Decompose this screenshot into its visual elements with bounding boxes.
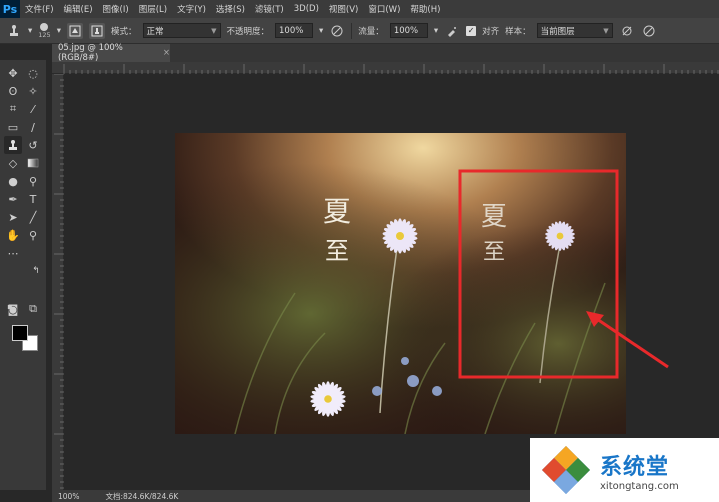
ignore-adjustment-layers-icon[interactable] [619, 23, 635, 39]
chevron-down-icon: ▼ [211, 26, 217, 35]
brush-tip-icon [40, 22, 49, 31]
screen-mode-icon[interactable]: ⧉ [24, 300, 42, 318]
brush-size-picker[interactable]: 125 [38, 22, 51, 39]
ps-logo: Ps [0, 0, 20, 18]
menu-image[interactable]: 图像(I) [98, 3, 134, 15]
xitongtang-logo-icon [542, 446, 590, 494]
site-watermark: 系统堂 xitongtang.com [530, 438, 719, 502]
chevron-down-icon: ▼ [603, 26, 609, 35]
opacity-value: 100% [279, 25, 304, 36]
line-tool-icon[interactable]: ╱ [24, 208, 42, 226]
dodge-tool-icon[interactable]: ⚲ [24, 172, 42, 190]
menu-filter[interactable]: 滤镜(T) [250, 3, 289, 15]
document-canvas[interactable]: 夏 至 夏 至 [175, 133, 626, 434]
separator [351, 22, 353, 39]
calligraphy-char-2: 至 [325, 237, 349, 265]
path-selection-tool-icon[interactable]: ➤ [4, 208, 22, 226]
menu-file[interactable]: 文件(F) [20, 3, 59, 15]
flow-field[interactable]: 100% [389, 23, 428, 38]
aligned-label: 对齐 [482, 26, 500, 37]
magic-wand-tool-icon[interactable]: ✧ [24, 82, 42, 100]
gradient-tool-icon[interactable] [24, 154, 42, 172]
toggle-brush-panel-icon[interactable] [66, 22, 83, 39]
preset-dropdown-icon[interactable]: ▾ [28, 26, 32, 36]
toggle-clone-source-panel-icon[interactable] [88, 22, 105, 39]
annotation-arrow [586, 311, 669, 369]
vertical-ruler[interactable] [52, 73, 64, 490]
quick-mask-icon[interactable]: ◙ [4, 300, 22, 318]
document-info: 文档:824.6K/824.6K [105, 491, 179, 501]
menu-select[interactable]: 选择(S) [211, 3, 250, 15]
menu-bar: Ps 文件(F) 编辑(E) 图像(I) 图层(L) 文字(Y) 选择(S) 滤… [0, 0, 719, 18]
watermark-url: xitongtang.com [600, 480, 679, 492]
pressure-opacity-icon[interactable] [329, 23, 345, 39]
photo-foliage-glow-right [175, 133, 626, 434]
tools-panel: ✥ ◌ ʘ ✧ ⌗ ⁄ ▭ ∕ ↺ ◇ ● ⚲ ✒ T ➤ ╱ ✋ ⚲ ⋯ ▪ … [0, 60, 46, 490]
brush-tool-icon[interactable]: ∕ [24, 118, 42, 136]
blur-tool-icon[interactable]: ● [4, 172, 22, 190]
eyedropper-tool-icon[interactable]: ⁄ [24, 100, 42, 118]
eraser-tool-icon[interactable]: ◇ [4, 154, 22, 172]
flow-label: 流量： [358, 26, 384, 37]
pressure-size-icon[interactable] [641, 23, 657, 39]
menu-edit[interactable]: 编辑(E) [59, 3, 98, 15]
document-tab-bar: 05.jpg @ 100%(RGB/8#) × [52, 43, 719, 63]
cloned-calligraphy-char-2: 至 [483, 240, 505, 265]
menu-help[interactable]: 帮助(H) [405, 3, 445, 15]
watermark-brand: 系统堂 [600, 454, 670, 480]
document-tab[interactable]: 05.jpg @ 100%(RGB/8#) × [52, 43, 170, 63]
menu-view[interactable]: 视图(V) [324, 3, 363, 15]
crop-tool-icon[interactable]: ⌗ [4, 100, 22, 118]
sample-select[interactable]: 当前图层 ▼ [536, 23, 613, 38]
swap-colors-icon[interactable]: ↰ [30, 265, 42, 277]
photoshop-window: Ps 文件(F) 编辑(E) 图像(I) 图层(L) 文字(Y) 选择(S) 滤… [0, 0, 719, 502]
options-bar: ▾ 125 ▾ 模式： 正常 ▼ 不透明度： 100% ▾ 流量： 100% ▾ [0, 18, 719, 44]
watermark-text: 系统堂 xitongtang.com [600, 449, 679, 492]
airbrush-icon[interactable] [444, 23, 460, 39]
mode-select[interactable]: 正常 ▼ [142, 23, 221, 38]
marquee-tool-icon[interactable]: ◌ [24, 64, 42, 82]
zoom-tool-icon[interactable]: ⚲ [24, 226, 42, 244]
menu-window[interactable]: 窗口(W) [363, 3, 405, 15]
mode-label: 模式： [110, 26, 137, 37]
zoom-level[interactable]: 100% [58, 492, 79, 501]
flow-value: 100% [393, 25, 419, 36]
menu-layer[interactable]: 图层(L) [134, 3, 172, 15]
horizontal-ruler[interactable] [52, 62, 719, 74]
brush-size-value: 125 [38, 30, 51, 39]
pen-tool-icon[interactable]: ✒ [4, 190, 22, 208]
aligned-checkbox[interactable]: ✓ [466, 25, 477, 36]
opacity-label: 不透明度： [226, 26, 270, 37]
cloned-calligraphy-char-1: 夏 [481, 202, 507, 232]
flow-dropdown-icon[interactable]: ▾ [434, 26, 438, 36]
document-tab-title: 05.jpg @ 100%(RGB/8#) [58, 43, 123, 63]
history-brush-tool-icon[interactable]: ↺ [24, 136, 42, 154]
sample-value: 当前图层 [540, 26, 575, 37]
hand-tool-icon[interactable]: ✋ [4, 226, 22, 244]
opacity-field[interactable]: 100% [275, 23, 314, 38]
menu-3d[interactable]: 3D(D) [289, 4, 324, 14]
clone-stamp-tool-icon[interactable] [4, 136, 22, 154]
brush-dropdown-icon[interactable]: ▾ [57, 26, 61, 36]
menu-type[interactable]: 文字(Y) [172, 3, 211, 15]
move-tool-icon[interactable]: ✥ [4, 64, 22, 82]
healing-brush-tool-icon[interactable]: ▭ [4, 118, 22, 136]
lasso-tool-icon[interactable]: ʘ [4, 82, 22, 100]
more-tools-icon[interactable]: ⋯ [4, 244, 22, 262]
type-tool-icon[interactable]: T [24, 190, 42, 208]
sample-label: 样本： [505, 26, 531, 37]
opacity-dropdown-icon[interactable]: ▾ [319, 26, 323, 36]
mode-value: 正常 [146, 26, 164, 37]
calligraphy-char-1: 夏 [323, 195, 351, 228]
clone-stamp-tool-preset-icon[interactable] [6, 23, 22, 39]
close-icon[interactable]: × [163, 48, 170, 58]
foreground-color-swatch[interactable] [12, 325, 28, 341]
